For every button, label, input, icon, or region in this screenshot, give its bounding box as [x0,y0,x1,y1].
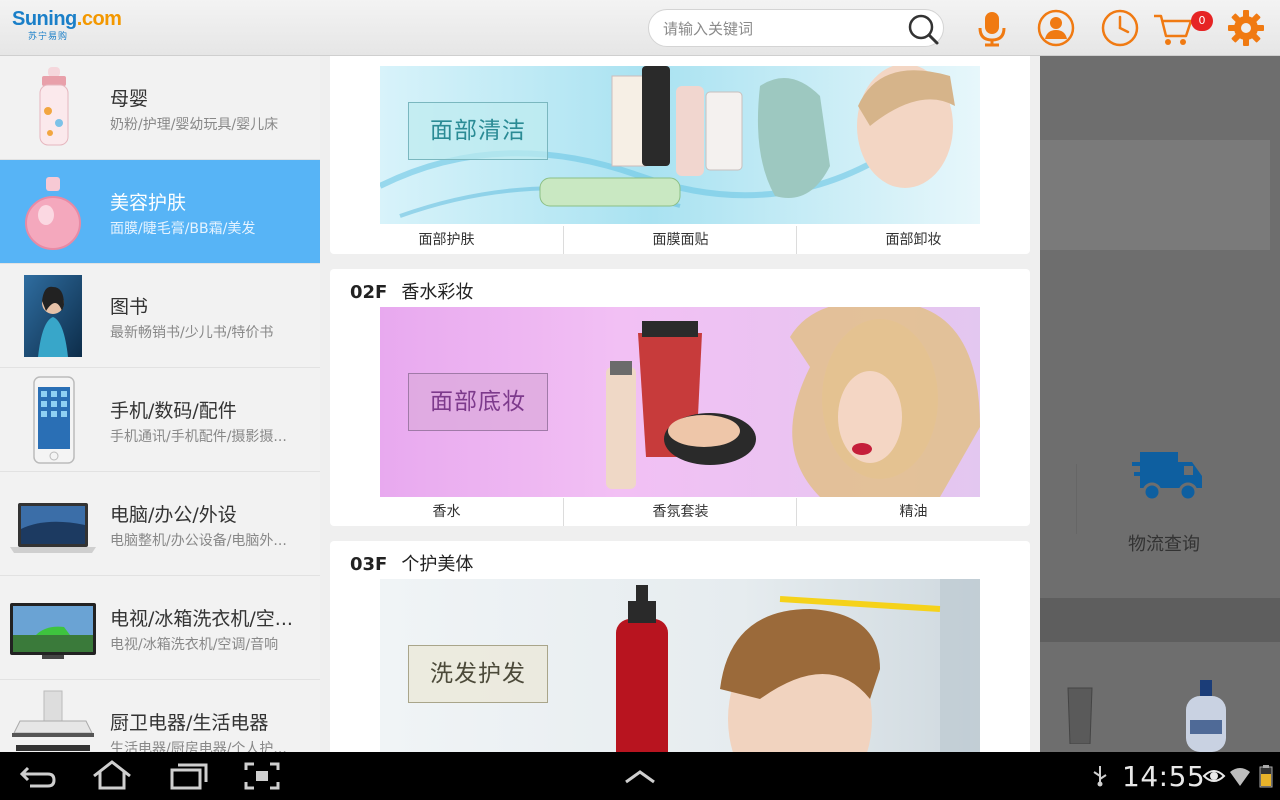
suning-logo[interactable]: Suning.com 苏宁易购 [12,8,132,44]
sidebar-item-title: 美容护肤 [110,192,187,214]
floor-title: 03F 个护美体 [350,550,473,576]
smartphone-image [33,376,75,464]
search-input[interactable] [663,18,903,40]
system-nav-bar: 14:55 [0,752,1280,800]
floor-content: 面部清洁 面部护肤 面膜面贴 面部卸妆 02F 香水彩妆 面部底妆 香水 香氛套… [320,56,1040,752]
sidebar-item-desc: 电视/冰箱洗衣机/空调/音响 [110,637,279,653]
microphone-icon[interactable] [972,8,1012,48]
banner-label: 面部清洁 [408,102,548,160]
sidebar-item-title: 电视/冰箱洗衣机/空... [110,608,293,630]
back-icon[interactable] [16,760,60,792]
subcategory-link[interactable]: 面部卸妆 [797,226,1030,254]
sidebar-item-desc: 手机通讯/手机配件/摄影摄... [110,429,287,445]
truck-icon[interactable] [1132,444,1204,508]
cart-count-badge: 0 [1191,11,1213,31]
range-hood-image [12,690,94,751]
floor-card-perfume-makeup: 02F 香水彩妆 面部底妆 香水 香氛套装 精油 [330,269,1030,526]
banner-label: 洗发护发 [408,645,548,703]
floor-number: 03F [350,554,388,575]
logo-sub: 苏宁易购 [28,32,69,42]
search-box[interactable] [648,9,944,47]
haircare-banner[interactable]: 洗发护发 [380,579,980,752]
dimmed-block [1040,140,1270,250]
sidebar-item-kitchen-appliances[interactable]: 厨卫电器/生活电器 生活电器/厨房电器/个人护... [0,680,320,752]
floor-name: 个护美体 [401,554,474,575]
wifi-icon [1230,768,1250,786]
baby-bottle-image [39,67,69,146]
recent-apps-icon[interactable] [166,760,210,792]
eye-icon [1202,770,1226,782]
logo-text: Suning.com [12,8,122,30]
chevron-up-icon[interactable] [618,760,662,792]
product-image [1186,680,1226,752]
user-icon[interactable] [1036,8,1076,48]
facial-cleansing-banner[interactable]: 面部清洁 [380,66,980,224]
sidebar-item-title: 母婴 [110,88,149,110]
sidebar-item-beauty[interactable]: 美容护肤 面膜/睫毛膏/BB霜/美发 [0,160,320,264]
subcategory-link[interactable]: 精油 [797,498,1030,526]
sidebar-item-title: 手机/数码/配件 [110,400,237,422]
battery-icon [1259,765,1273,788]
sidebar-item-phones[interactable]: 手机/数码/配件 手机通讯/手机配件/摄影摄... [0,368,320,472]
app-root: Suning.com 苏宁易购 请输入关键词 0 母婴 奶粉/护理/婴幼玩具/婴… [0,0,1280,800]
sidebar-item-desc: 面膜/睫毛膏/BB霜/美发 [110,221,256,237]
cart-icon[interactable] [1152,8,1196,48]
sidebar-item-title: 图书 [110,296,149,318]
divider [1076,464,1077,534]
right-dimmed-panel[interactable]: 物流查询 [1040,56,1280,752]
book-cover-image [24,275,82,357]
floor-1-subcategories: 面部护肤 面膜面贴 面部卸妆 [330,226,1030,254]
subcategory-link[interactable]: 香水 [330,498,563,526]
sidebar-item-title: 厨卫电器/生活电器 [110,712,269,734]
subcategory-link[interactable]: 面膜面贴 [564,226,797,254]
sidebar-item-title: 电脑/办公/外设 [110,504,237,526]
category-sidebar: 母婴 奶粉/护理/婴幼玩具/婴儿床 美容护肤 面膜/睫毛膏/BB霜/美发 图书 … [0,56,320,752]
search-icon[interactable] [905,11,941,47]
sidebar-item-tv-appliances[interactable]: 电视/冰箱洗衣机/空... 电视/冰箱洗衣机/空调/音响 [0,576,320,680]
history-clock-icon[interactable] [1100,8,1140,48]
floor-number: 02F [350,282,388,303]
dimmed-band [1040,598,1280,642]
laptop-image [10,503,96,553]
floor-name: 香水彩妆 [401,282,474,303]
status-clock: 14:55 [1122,760,1206,793]
logistics-query-label[interactable]: 物流查询 [1128,530,1200,556]
sidebar-item-desc: 最新畅销书/少儿书/特价书 [110,325,274,341]
settings-gear-icon[interactable] [1226,8,1266,48]
sidebar-item-baby[interactable]: 母婴 奶粉/护理/婴幼玩具/婴儿床 [0,56,320,160]
tv-image [10,603,96,659]
subcategory-link[interactable]: 香氛套装 [564,498,797,526]
sidebar-item-desc: 奶粉/护理/婴幼玩具/婴儿床 [110,117,279,133]
floor-title: 02F 香水彩妆 [350,278,473,304]
usb-icon [1093,766,1107,787]
floor-card-personal-care: 03F 个护美体 洗发护发 [330,541,1030,752]
sidebar-item-desc: 电脑整机/办公设备/电脑外... [110,533,287,549]
banner-label: 面部底妆 [408,373,548,431]
floor-2-subcategories: 香水 香氛套装 精油 [330,498,1030,526]
subcategory-link[interactable]: 面部护肤 [330,226,563,254]
sidebar-item-books[interactable]: 图书 最新畅销书/少儿书/特价书 [0,264,320,368]
screenshot-icon[interactable] [240,760,284,792]
sidebar-item-desc: 生活电器/厨房电器/个人护... [110,741,287,752]
floor-card-facial-care: 面部清洁 面部护肤 面膜面贴 面部卸妆 [330,56,1030,254]
sidebar-item-computers[interactable]: 电脑/办公/外设 电脑整机/办公设备/电脑外... [0,472,320,576]
home-icon[interactable] [90,760,134,792]
perfume-bottle-image [25,177,81,250]
foundation-banner[interactable]: 面部底妆 [380,307,980,497]
top-bar: Suning.com 苏宁易购 请输入关键词 0 [0,0,1280,56]
product-image [1067,687,1093,744]
